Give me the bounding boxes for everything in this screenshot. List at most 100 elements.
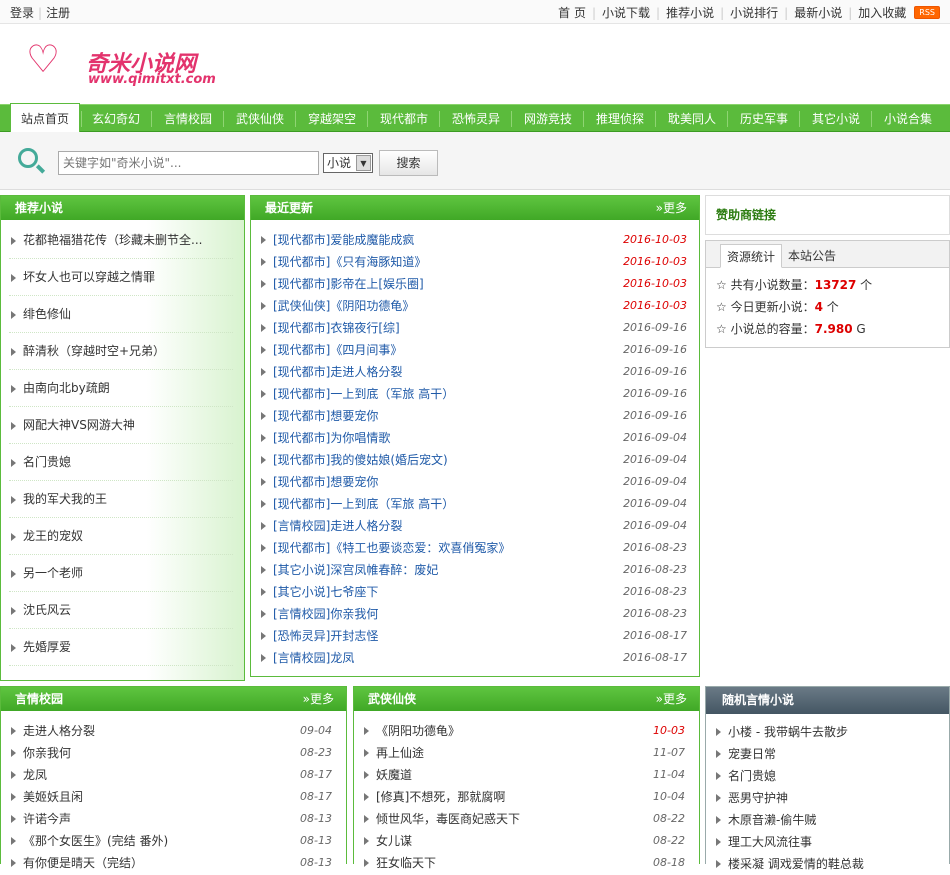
wuxia-more-link[interactable]: »更多	[656, 687, 687, 711]
wuxia-title-link[interactable]: 狂女临天下	[376, 856, 436, 870]
wuxia-title-link[interactable]: [修真]不想死，那就腐啊	[376, 790, 505, 804]
update-title-link[interactable]: 你亲我何	[330, 607, 378, 621]
wuxia-title-link[interactable]: 《阴阳功德龟》	[376, 724, 460, 738]
random-item[interactable]: 恶男守护神	[714, 787, 941, 809]
recommend-item[interactable]: 龙王的宠奴	[9, 518, 233, 555]
recommend-item[interactable]: 由南向北by疏朗	[9, 370, 233, 407]
update-title-link[interactable]: 走进人格分裂	[330, 519, 402, 533]
romance-title-link[interactable]: 龙凤	[23, 768, 47, 782]
update-category-link[interactable]: [现代都市]	[273, 255, 330, 269]
update-category-link[interactable]: [现代都市]	[273, 387, 330, 401]
nav-item[interactable]: 网游竞技	[512, 105, 584, 133]
nav-item[interactable]: 武侠仙侠	[224, 105, 296, 133]
random-item[interactable]: 木原音濑-偷牛贼	[714, 809, 941, 831]
wuxia-title-link[interactable]: 倾世风华，毒医商妃惑天下	[376, 812, 520, 826]
wuxia-title-link[interactable]: 女儿谋	[376, 834, 412, 848]
update-category-link[interactable]: [现代都市]	[273, 365, 330, 379]
update-category-link[interactable]: [其它小说]	[273, 563, 330, 577]
recommend-item[interactable]: 先婚厚爱	[9, 629, 233, 666]
random-item[interactable]: 小楼 - 我带蜗牛去散步	[714, 721, 941, 743]
update-category-link[interactable]: [现代都市]	[273, 277, 330, 291]
search-button[interactable]: 搜索	[379, 150, 438, 176]
login-link[interactable]: 登录	[10, 6, 34, 20]
recommend-item[interactable]: 醉清秋（穿越时空+兄弟）	[9, 333, 233, 370]
top-link[interactable]: 小说排行	[730, 4, 778, 21]
romance-title-link[interactable]: 你亲我何	[23, 746, 71, 760]
top-link[interactable]: 最新小说	[794, 4, 842, 21]
recommend-item[interactable]: 我的军犬我的王	[9, 481, 233, 518]
update-category-link[interactable]: [现代都市]	[273, 343, 330, 357]
update-title-link[interactable]: 《特工也要谈恋爱：欢喜俏冤家》	[330, 541, 510, 555]
romance-title-link[interactable]: 《那个女医生》(完结 番外)	[23, 834, 168, 848]
recommend-item[interactable]: 花都艳福猎花传（珍藏未删节全...	[9, 222, 233, 259]
update-title-link[interactable]: 影帝在上[娱乐圈]	[330, 277, 423, 291]
recommend-item[interactable]: 名门贵媳	[9, 444, 233, 481]
update-title-link[interactable]: 我的傻姑娘(婚后宠文)	[330, 453, 447, 467]
update-title-link[interactable]: 一上到底（军旅 高干）	[330, 497, 454, 511]
top-link[interactable]: 加入收藏	[858, 4, 906, 21]
nav-item[interactable]: 恐怖灵异	[440, 105, 512, 133]
nav-item[interactable]: 站点首页	[10, 103, 80, 134]
update-title-link[interactable]: 一上到底（军旅 高干）	[330, 387, 454, 401]
random-item[interactable]: 理工大风流往事	[714, 831, 941, 853]
register-link[interactable]: 注册	[46, 6, 70, 20]
top-link[interactable]: 推荐小说	[666, 4, 714, 21]
update-category-link[interactable]: [现代都市]	[273, 497, 330, 511]
rss-icon[interactable]: RSS	[914, 6, 940, 19]
update-category-link[interactable]: [恐怖灵异]	[273, 629, 330, 643]
update-category-link[interactable]: [言情校园]	[273, 651, 330, 665]
update-title-link[interactable]: 想要宠你	[330, 475, 378, 489]
update-title-link[interactable]: 七爷座下	[330, 585, 378, 599]
nav-item[interactable]: 其它小说	[800, 105, 872, 133]
update-title-link[interactable]: 《四月间事》	[330, 343, 402, 357]
nav-item[interactable]: 穿越架空	[296, 105, 368, 133]
update-category-link[interactable]: [现代都市]	[273, 321, 330, 335]
nav-item[interactable]: 小说合集	[872, 105, 944, 133]
wuxia-title-link[interactable]: 再上仙途	[376, 746, 424, 760]
nav-item[interactable]: 言情校园	[152, 105, 224, 133]
update-category-link[interactable]: [现代都市]	[273, 453, 330, 467]
tab-announcements[interactable]: 本站公告	[782, 244, 842, 268]
nav-item[interactable]: 历史军事	[728, 105, 800, 133]
nav-item[interactable]: 现代都市	[368, 105, 440, 133]
nav-item[interactable]: 推理侦探	[584, 105, 656, 133]
update-category-link[interactable]: [其它小说]	[273, 585, 330, 599]
recommend-item[interactable]: 另一个老师	[9, 555, 233, 592]
recommend-item[interactable]: 沈氏风云	[9, 592, 233, 629]
search-type-select[interactable]: 小说 ▼	[323, 153, 373, 173]
random-item[interactable]: 名门贵媳	[714, 765, 941, 787]
top-link[interactable]: 首 页	[558, 4, 586, 21]
recommend-item[interactable]: 坏女人也可以穿越之情罪	[9, 259, 233, 296]
recommend-item[interactable]: 网配大神VS网游大神	[9, 407, 233, 444]
recommend-item[interactable]: 绯色修仙	[9, 296, 233, 333]
update-title-link[interactable]: 爱能成魔能成疯	[330, 233, 414, 247]
nav-item[interactable]: 耽美同人	[656, 105, 728, 133]
update-category-link[interactable]: [现代都市]	[273, 475, 330, 489]
update-category-link[interactable]: [言情校园]	[273, 607, 330, 621]
update-title-link[interactable]: 《只有海豚知道》	[330, 255, 426, 269]
update-title-link[interactable]: 为你唱情歌	[330, 431, 390, 445]
update-title-link[interactable]: 《阴阳功德龟》	[330, 299, 414, 313]
tab-resource-stats[interactable]: 资源统计	[720, 244, 783, 268]
random-item[interactable]: 楼采凝 调戏爱情的鞋总裁	[714, 853, 941, 875]
update-title-link[interactable]: 走进人格分裂	[330, 365, 402, 379]
update-category-link[interactable]: [现代都市]	[273, 541, 330, 555]
update-category-link[interactable]: [现代都市]	[273, 233, 330, 247]
romance-title-link[interactable]: 美姬妖且闲	[23, 790, 83, 804]
romance-title-link[interactable]: 许诺今声	[23, 812, 71, 826]
search-input[interactable]	[58, 151, 319, 175]
update-title-link[interactable]: 衣锦夜行[综]	[330, 321, 399, 335]
update-title-link[interactable]: 想要宠你	[330, 409, 378, 423]
update-title-link[interactable]: 龙凤	[330, 651, 354, 665]
update-title-link[interactable]: 开封志怪	[330, 629, 378, 643]
update-category-link[interactable]: [武侠仙侠]	[273, 299, 330, 313]
top-link[interactable]: 小说下载	[602, 4, 650, 21]
update-category-link[interactable]: [言情校园]	[273, 519, 330, 533]
update-category-link[interactable]: [现代都市]	[273, 409, 330, 423]
nav-item[interactable]: 玄幻奇幻	[82, 105, 150, 133]
update-category-link[interactable]: [现代都市]	[273, 431, 330, 445]
romance-more-link[interactable]: »更多	[303, 687, 334, 711]
romance-title-link[interactable]: 走进人格分裂	[23, 724, 95, 738]
site-logo[interactable]: ♡ 奇米小说网 www.qimitxt.com	[26, 40, 226, 95]
update-title-link[interactable]: 深宫凤帷春醉：废妃	[330, 563, 438, 577]
